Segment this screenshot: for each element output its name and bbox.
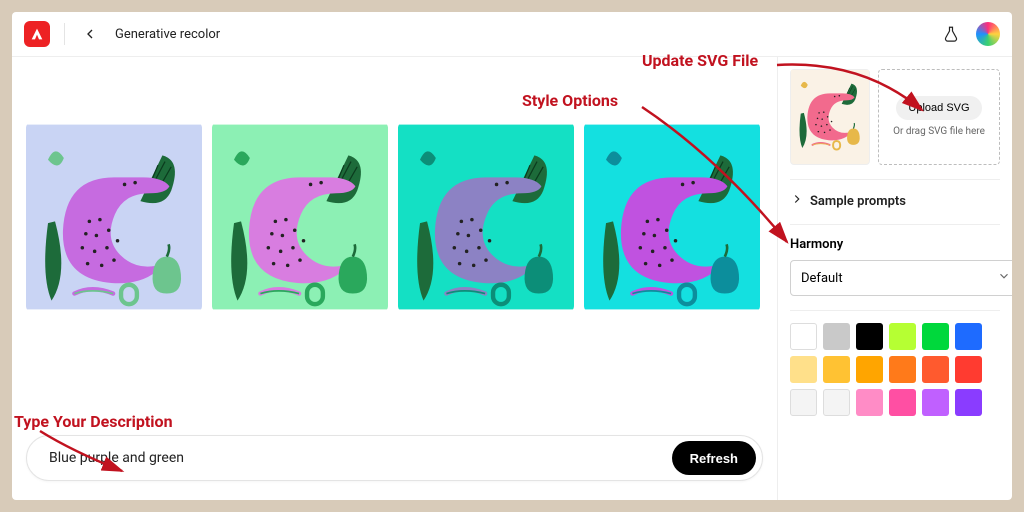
color-swatch[interactable] [856, 323, 883, 350]
adobe-logo[interactable] [24, 21, 50, 47]
color-swatch[interactable] [922, 389, 949, 416]
prompt-bar: Blue purple and green Refresh [26, 435, 763, 481]
upload-row: Upload SVG Or drag SVG file here [790, 69, 1000, 165]
back-button[interactable] [79, 23, 101, 45]
color-swatch[interactable] [823, 323, 850, 350]
divider [64, 23, 65, 45]
drag-text: Or drag SVG file here [893, 126, 985, 139]
harmony-value: Default [801, 271, 843, 286]
sample-prompts-label: Sample prompts [810, 194, 906, 209]
result-tile[interactable] [398, 122, 574, 312]
color-swatch[interactable] [955, 356, 982, 383]
body: Blue purple and green Refresh Update SVG… [12, 57, 1012, 500]
color-swatch[interactable] [889, 323, 916, 350]
sample-prompts-toggle[interactable]: Sample prompts [790, 179, 1000, 210]
result-tile[interactable] [26, 122, 202, 312]
avatar[interactable] [976, 22, 1000, 46]
color-swatch[interactable] [922, 323, 949, 350]
prompt-area: Blue purple and green Refresh [26, 435, 763, 487]
main-column: Blue purple and green Refresh Update SVG… [12, 57, 777, 500]
color-swatches [790, 310, 1000, 416]
page-title: Generative recolor [115, 27, 220, 42]
annotation-style-options: Style Options [522, 91, 618, 110]
color-swatch[interactable] [856, 356, 883, 383]
color-swatch[interactable] [823, 389, 850, 416]
color-swatch[interactable] [889, 356, 916, 383]
labs-icon[interactable] [940, 23, 962, 45]
harmony-section: Harmony Default [790, 224, 1000, 296]
harmony-select[interactable]: Default [790, 260, 1012, 296]
app-window: Generative recolor [12, 12, 1012, 500]
harmony-label: Harmony [790, 237, 1000, 252]
color-swatch[interactable] [955, 323, 982, 350]
app-header: Generative recolor [12, 12, 1012, 57]
color-swatch[interactable] [856, 389, 883, 416]
color-swatch[interactable] [922, 356, 949, 383]
side-panel: Upload SVG Or drag SVG file here Sample … [777, 57, 1012, 500]
upload-svg-button[interactable]: Upload SVG [896, 96, 981, 120]
color-swatch[interactable] [955, 389, 982, 416]
source-thumbnail[interactable] [790, 69, 870, 165]
chevron-right-icon [790, 192, 804, 210]
result-tile[interactable] [212, 122, 388, 312]
chevron-down-icon [997, 269, 1011, 287]
annotation-type-description: Type Your Description [14, 412, 173, 431]
upload-dropzone[interactable]: Upload SVG Or drag SVG file here [878, 69, 1000, 165]
refresh-button[interactable]: Refresh [672, 441, 756, 475]
color-swatch[interactable] [790, 356, 817, 383]
color-swatch[interactable] [790, 323, 817, 350]
color-swatch[interactable] [790, 389, 817, 416]
prompt-input[interactable]: Blue purple and green [49, 450, 672, 466]
result-tile[interactable] [584, 122, 760, 312]
results-row [26, 122, 763, 312]
color-swatch[interactable] [889, 389, 916, 416]
color-swatch[interactable] [823, 356, 850, 383]
